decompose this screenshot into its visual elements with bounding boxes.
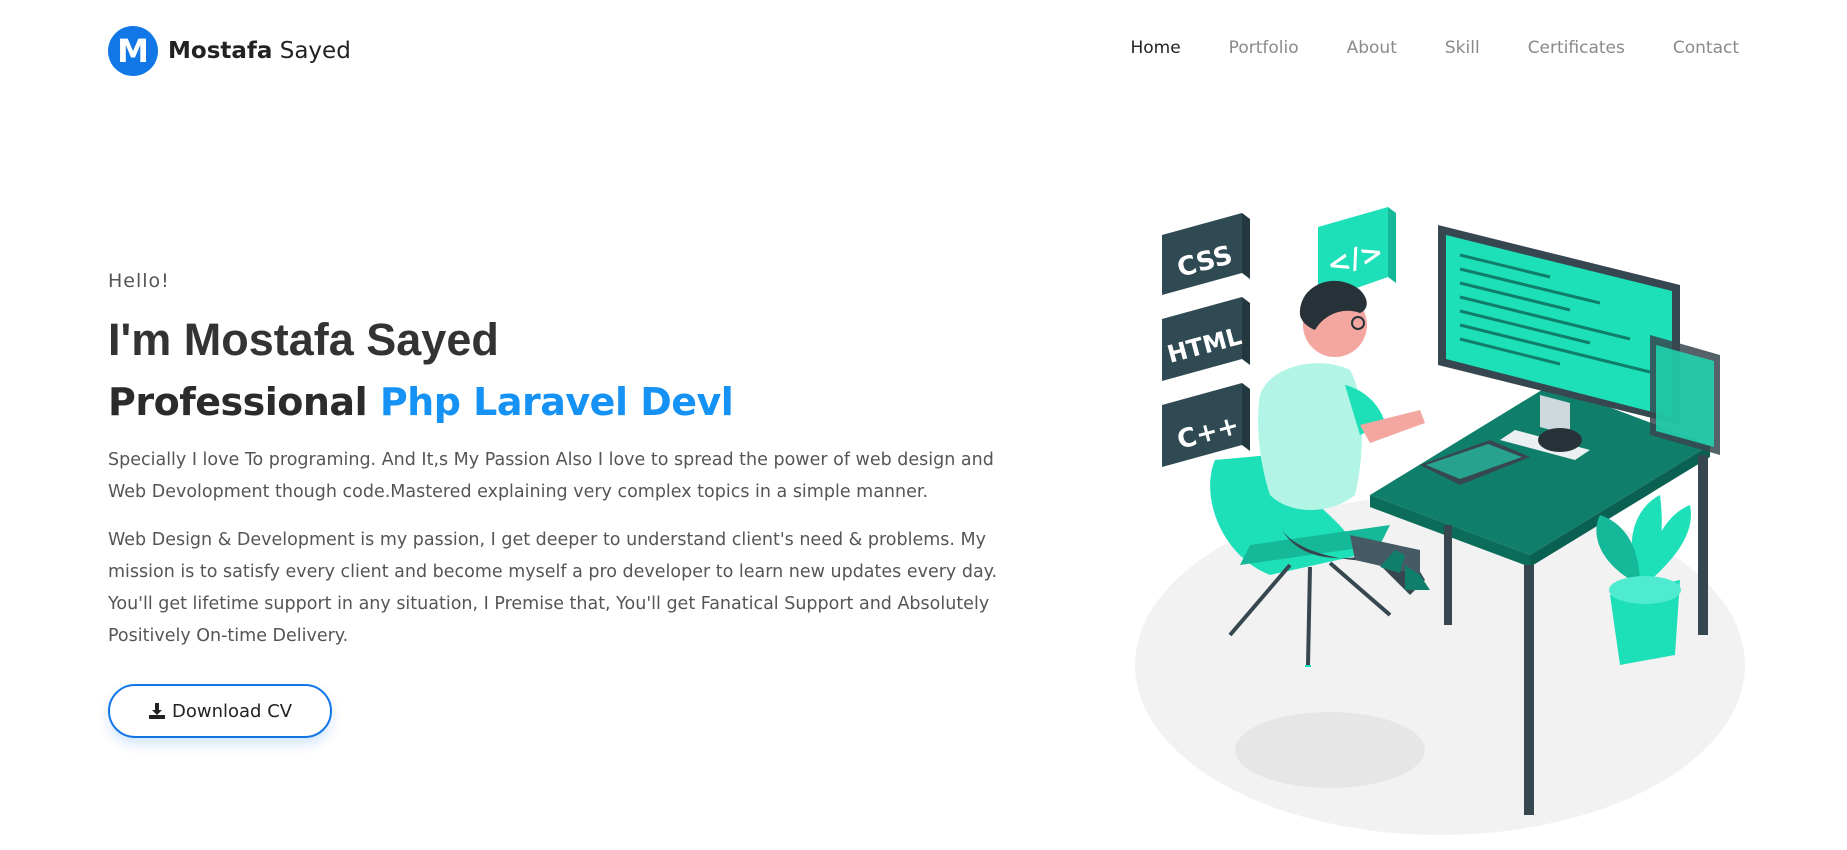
hero-role-prefix: Professional xyxy=(108,380,368,424)
hero-section: Hello! I'm Mostafa Sayed Professional Ph… xyxy=(108,270,1028,738)
hero-role-typed: Php Laravel Devl xyxy=(379,380,734,424)
main-nav: Home Portfolio About Skill Certificates … xyxy=(1082,38,1739,58)
nav-skill[interactable]: Skill xyxy=(1445,38,1480,58)
navbar: M Mostafa Sayed Home Portfolio About Ski… xyxy=(0,0,1847,100)
brand-logo: M xyxy=(108,26,158,76)
download-cv-label: Download CV xyxy=(172,700,293,722)
download-cv-button[interactable]: Download CV xyxy=(108,684,333,738)
hero-greeting: Hello! xyxy=(108,270,170,292)
hero-heading: I'm Mostafa Sayed xyxy=(108,314,1028,366)
nav-portfolio[interactable]: Portfolio xyxy=(1229,38,1299,58)
nav-home[interactable]: Home xyxy=(1130,38,1180,58)
nav-certificates[interactable]: Certificates xyxy=(1528,38,1625,58)
hero-name: Mostafa Sayed xyxy=(183,314,499,365)
brand-name: Mostafa Sayed xyxy=(168,38,351,64)
nav-about[interactable]: About xyxy=(1347,38,1397,58)
hero-role: Professional Php Laravel Devl xyxy=(108,380,1028,424)
cpp-tag-icon: C++ xyxy=(1162,383,1250,467)
nav-contact[interactable]: Contact xyxy=(1673,38,1739,58)
brand-link[interactable]: M Mostafa Sayed xyxy=(108,26,351,76)
developer-illustration: CSS HTML C++ </> xyxy=(1135,207,1745,835)
download-icon xyxy=(149,703,165,719)
hero-paragraph-1: Specially I love To programing. And It,s… xyxy=(108,450,994,502)
html-tag-icon: HTML xyxy=(1162,297,1250,381)
css-tag-icon: CSS xyxy=(1162,213,1250,295)
brand-first-name: Mostafa xyxy=(168,38,273,64)
side-panel-icon xyxy=(1650,335,1720,455)
hero-paragraph-2: Web Design & Development is my passion, … xyxy=(108,530,998,646)
brand-last-name: Sayed xyxy=(279,38,351,64)
hero-im-prefix: I'm xyxy=(108,314,172,365)
